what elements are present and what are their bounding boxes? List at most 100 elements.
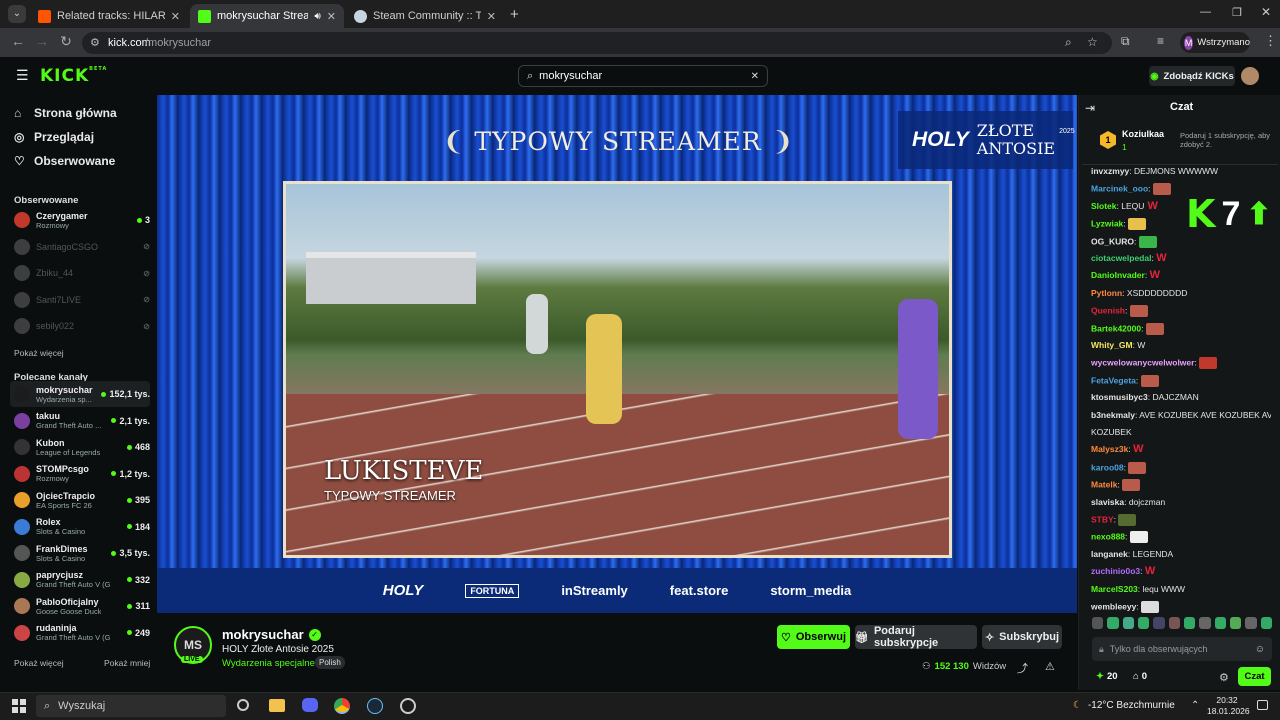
steam-taskbar-icon[interactable] [367,698,383,714]
report-icon[interactable]: ⚠ [1045,660,1055,673]
chat-username[interactable]: Quenish [1091,305,1125,315]
nav-item-2[interactable]: ♡ Obserwowane [14,154,115,168]
close-window-button[interactable]: ✕ [1261,5,1271,19]
channel-name[interactable]: mokrysuchar [222,627,304,642]
chat-username[interactable]: MarcelS203 [1091,584,1138,594]
recommended-channel[interactable]: paprycjusz Grand Theft Auto V (G... 332 [10,567,150,593]
share-icon[interactable]: ⤴ [1017,660,1028,676]
language-tag[interactable]: Polish [315,656,345,669]
chat-username[interactable]: OG_KURO [1091,236,1134,246]
tab-search-button[interactable]: ⌄ [8,5,26,23]
browser-tab-1[interactable]: Related tracks: HILARY INCOGNITO ✕ [30,4,188,28]
tab-groups-icon[interactable]: ≡ [1157,34,1164,48]
followed-channel[interactable]: Zbiku_44 ⊘ [10,260,150,286]
new-tab-button[interactable]: + [510,6,519,23]
audio-playing-icon[interactable]: 🔊︎ [314,11,320,22]
collapse-chat-icon[interactable]: ⇥ [1085,101,1095,115]
emote-icon[interactable] [1092,617,1104,629]
chat-username[interactable]: Slotek [1091,201,1117,211]
recommended-channel[interactable]: mokrysuchar Wydarzenia sp... 152,1 tys. [10,381,150,407]
chat-username[interactable]: FetaVegeta [1091,375,1136,385]
gifts-count[interactable]: ⌂ 0 [1133,671,1147,682]
leader-name[interactable]: Koziulkaa [1122,129,1164,139]
close-tab-icon[interactable]: ✕ [487,10,496,23]
recommended-channel[interactable]: takuu Grand Theft Auto ... 2,1 tys. [10,408,150,434]
emote-icon[interactable] [1229,617,1242,629]
followed-channel[interactable]: Santi7LIVE ⊘ [10,287,150,313]
emote-icon[interactable] [1214,617,1226,629]
file-explorer-icon[interactable] [269,699,285,712]
chat-username[interactable]: Lyzwiak [1091,218,1123,228]
chat-username[interactable]: Whity_GM [1091,340,1133,350]
discord-icon[interactable] [302,698,318,712]
chat-username[interactable]: karoo08 [1091,462,1124,472]
chat-username[interactable]: ktosmusibyc3 [1091,392,1148,402]
weather-widget[interactable]: ☾ -12°C Bezchmurnie [1073,700,1175,711]
chat-username[interactable]: langanek [1091,549,1128,559]
minimize-button[interactable]: — [1200,6,1211,18]
chat-username[interactable]: Malysz3k [1091,444,1128,454]
emote-picker-icon[interactable]: ☺ [1255,644,1265,655]
chat-username[interactable]: DanioInvader [1091,270,1145,280]
chat-username[interactable]: b3nekmaly [1091,410,1135,420]
followed-channel[interactable]: SantiagoCSGO ⊘ [10,234,150,260]
show-more-followed[interactable]: Pokaż więcej [14,348,64,358]
follow-button[interactable]: ♡ Obserwuj [777,625,850,649]
restore-button[interactable]: ❐ [1232,6,1242,19]
chat-username[interactable]: nexo888 [1091,532,1125,542]
kick-points[interactable]: ✦ 20 [1096,671,1118,682]
emote-icon[interactable] [1122,617,1134,629]
address-bar[interactable]: ⚙︎ kick.com /mokrysuchar ⌕ ☆ [82,32,1112,54]
chat-username[interactable]: Matelk [1091,479,1117,489]
tray-chevron-icon[interactable]: ⌃ [1191,700,1199,711]
clock[interactable]: 20:32 18.01.2026 [1207,695,1250,717]
chat-username[interactable]: ciotacwelpedal [1091,253,1151,263]
recommended-channel[interactable]: rudaninja Grand Theft Auto V (G... 249 [10,620,150,646]
task-view-icon[interactable] [237,699,249,711]
chat-input[interactable]: 🔒︎ Tylko dla obserwujących ☺ [1092,637,1272,661]
back-icon[interactable]: ← [8,33,28,49]
emote-icon[interactable] [1137,617,1150,629]
emote-icon[interactable] [1199,617,1211,629]
zoom-icon[interactable]: ⌕ [1065,35,1072,50]
search-input[interactable]: mokrysuchar [539,70,744,82]
subscribe-button[interactable]: ✧ Subskrybuj [982,625,1062,649]
recommended-channel[interactable]: Kubon League of Legends 468 [10,434,150,460]
profile-button[interactable]: M Wstrzymano [1180,32,1250,53]
show-more-recommended[interactable]: Pokaż więcej [14,658,64,668]
search-bar[interactable]: ⌕ mokrysuchar ✕ [518,65,768,87]
clear-search-icon[interactable]: ✕ [751,71,759,82]
browser-tab-3[interactable]: Steam Community :: Trade Offers ✕ [346,4,504,28]
recommended-channel[interactable]: PabloOficjalny Goose Goose Duck 311 [10,593,150,619]
kick-logo[interactable]: KICKBETA [40,66,107,86]
chat-username[interactable]: zuchinio0o3 [1091,566,1140,576]
recommended-channel[interactable]: STOMPcsgo Rozmowy 1,2 tys. [10,461,150,487]
recommended-channel[interactable]: FrankDimes Slots & Casino 3,5 tys. [10,540,150,566]
close-tab-icon[interactable]: ✕ [327,10,336,23]
hamburger-menu-icon[interactable]: ☰ [16,67,29,84]
site-info-icon[interactable]: ⚙︎ [90,36,100,49]
notification-icon[interactable] [1257,700,1268,710]
send-chat-button[interactable]: Czat [1238,667,1271,686]
bookmark-star-icon[interactable]: ☆ [1087,35,1098,49]
browser-menu-icon[interactable]: ⋮ [1264,33,1277,49]
recommended-channel[interactable]: Rolex Slots & Casino 184 [10,514,150,540]
chat-username[interactable]: wembleeyy [1091,601,1136,611]
chat-username[interactable]: Marcinek_ooo [1091,184,1148,194]
windows-start-icon[interactable] [12,699,26,713]
app-icon[interactable] [400,698,416,714]
emote-icon[interactable] [1107,617,1119,629]
followed-channel[interactable]: sebily022 ⊘ [10,313,150,339]
gift-subs-button[interactable]: 🎁︎ Podaruj subskrypcje [855,625,977,649]
nav-item-0[interactable]: ⌂ Strona główna [14,106,117,120]
close-tab-icon[interactable]: ✕ [171,10,180,23]
chat-username[interactable]: Pytlonn [1091,288,1122,298]
show-less-recommended[interactable]: Pokaż mniej [104,658,150,668]
reload-icon[interactable]: ↻ [56,33,76,50]
forward-icon[interactable]: → [32,33,52,49]
emote-icon[interactable] [1183,617,1196,629]
chrome-icon[interactable] [334,698,350,714]
emote-icon[interactable] [1168,617,1180,629]
chat-settings-icon[interactable]: ⚙︎ [1219,671,1229,684]
chat-username[interactable]: slaviska [1091,497,1124,507]
